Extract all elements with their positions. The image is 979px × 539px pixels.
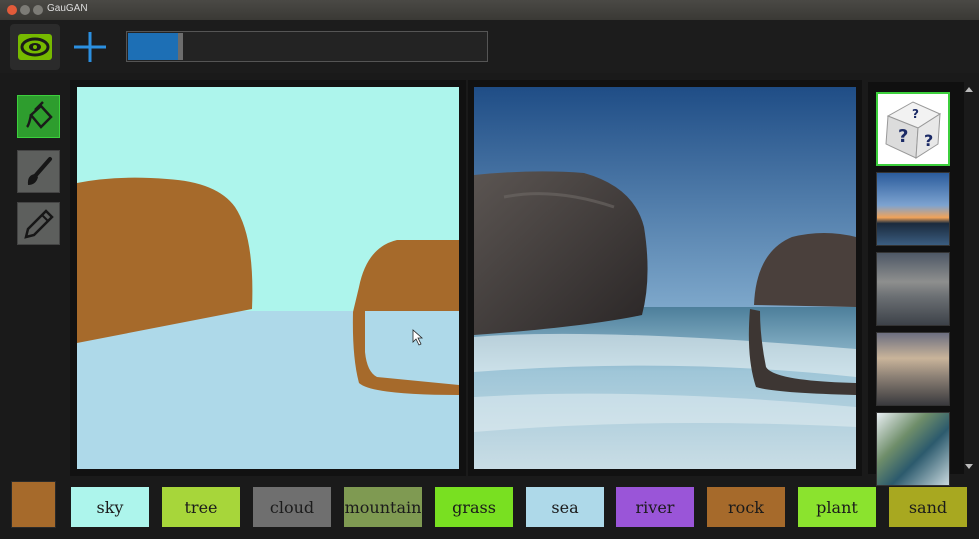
plus-icon (74, 32, 106, 62)
nvidia-logo-icon (18, 34, 52, 60)
palette-mountain[interactable]: mountain (344, 487, 422, 527)
svg-text:?: ? (898, 126, 908, 147)
palette-rock[interactable]: rock (707, 487, 785, 527)
generated-output-image (474, 87, 856, 469)
current-color-swatch (11, 481, 56, 528)
progress-bar (126, 31, 488, 62)
sunset-rocky-shore-thumbnail[interactable] (876, 332, 950, 406)
brush-icon (27, 156, 52, 185)
sunset-coast-thumbnail[interactable] (876, 172, 950, 246)
fill-bucket-tool[interactable] (17, 95, 60, 138)
palette-cloud[interactable]: cloud (253, 487, 331, 527)
palette-sea[interactable]: sea (526, 487, 604, 527)
palette-sky[interactable]: sky (71, 487, 149, 527)
minimize-window-button[interactable] (20, 5, 30, 15)
progress-fill (128, 33, 184, 60)
nvidia-logo-button[interactable] (10, 24, 60, 70)
window-titlebar: GauGAN (0, 0, 979, 20)
palette-grass[interactable]: grass (435, 487, 513, 527)
maximize-window-button[interactable] (33, 5, 43, 15)
palette-plant[interactable]: plant (798, 487, 876, 527)
pencil-icon (23, 208, 54, 239)
svg-text:?: ? (924, 131, 933, 150)
scroll-up-arrow-icon (965, 87, 973, 92)
window-title: GauGAN (47, 3, 88, 14)
cloudy-sea-thumbnail[interactable] (876, 252, 950, 326)
add-button[interactable] (68, 24, 112, 70)
scroll-down-arrow-icon (965, 464, 973, 469)
dice-icon: ? ? ? (885, 101, 942, 159)
svg-text:?: ? (912, 107, 919, 121)
close-window-button[interactable] (7, 5, 17, 15)
paint-bucket-icon (25, 100, 53, 129)
palette-river[interactable]: river (616, 487, 694, 527)
segmentation-canvas[interactable] (77, 87, 459, 469)
random-style-dice-thumbnail[interactable]: ? ? ? (876, 92, 950, 166)
pencil-tool[interactable] (17, 202, 60, 245)
palette-sand[interactable]: sand (889, 487, 967, 527)
thumbnail-scrollbar[interactable] (964, 84, 974, 472)
mountain-river-thumbnail[interactable] (876, 412, 950, 486)
brush-tool[interactable] (17, 150, 60, 193)
palette-tree[interactable]: tree (162, 487, 240, 527)
